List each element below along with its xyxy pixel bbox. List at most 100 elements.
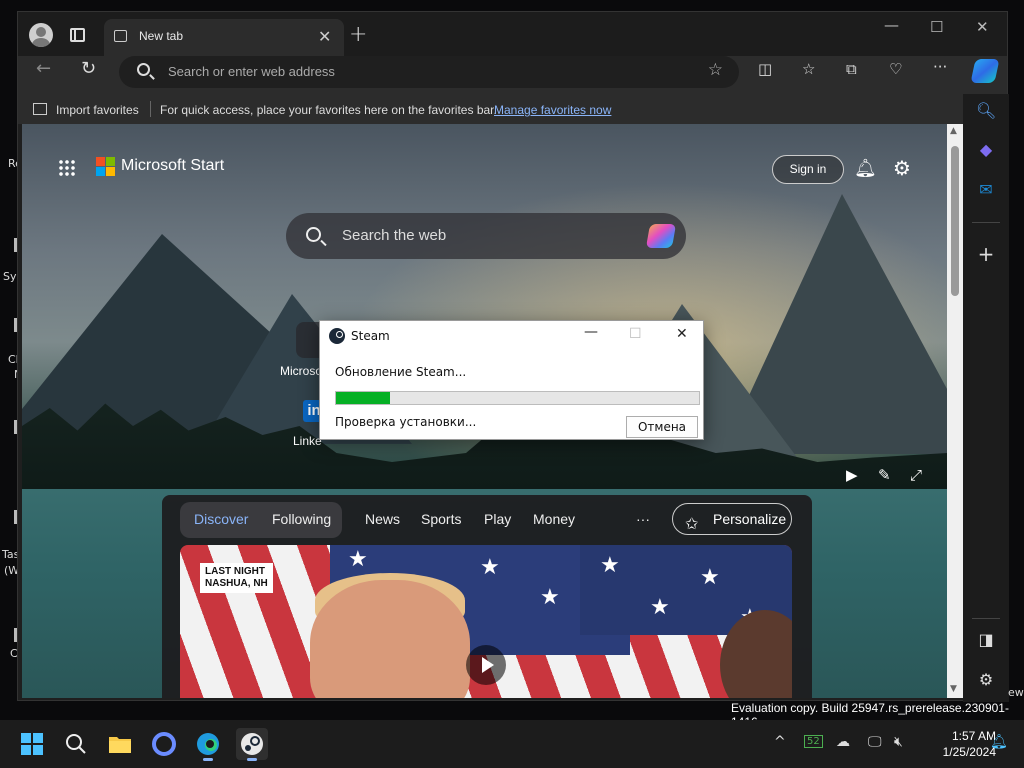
minimize-icon[interactable]: — bbox=[584, 324, 598, 340]
address-input[interactable]: Search or enter web address bbox=[168, 64, 335, 79]
new-tab-page-icon bbox=[114, 30, 127, 42]
display-icon[interactable]: 🖵︎ bbox=[868, 734, 882, 750]
web-search-box[interactable]: Search the web bbox=[286, 213, 686, 259]
taskbar-search-button[interactable] bbox=[60, 728, 92, 760]
manage-favorites-link[interactable]: Manage favorites now bbox=[494, 103, 611, 117]
show-hidden-icons-chevron-icon[interactable]: ^ bbox=[774, 734, 786, 750]
tab-money[interactable]: Money bbox=[533, 511, 575, 527]
notification-bell-icon[interactable]: 🔔︎ bbox=[990, 734, 1008, 750]
fullscreen-icon[interactable]: ⤢ bbox=[910, 466, 922, 484]
collections-icon[interactable]: ⧉ bbox=[846, 60, 857, 78]
search-icon[interactable]: 🔍︎ bbox=[976, 101, 996, 121]
new-tab-plus-icon[interactable]: + bbox=[349, 22, 367, 47]
update-progress-bar bbox=[335, 391, 700, 405]
taskbar-app-button[interactable] bbox=[148, 728, 180, 760]
personalize-button[interactable]: ✩ Personalize bbox=[672, 503, 792, 535]
play-background-icon[interactable]: ▶ bbox=[846, 466, 858, 484]
edge-sidebar: 🔍︎ ◆ ✉ + ◨ ⚙ bbox=[963, 94, 1009, 702]
minimize-icon[interactable]: — bbox=[884, 16, 899, 34]
play-video-icon[interactable] bbox=[466, 645, 506, 685]
notifications-bell-icon[interactable]: 🔔︎ bbox=[854, 158, 877, 179]
tab-sports[interactable]: Sports bbox=[421, 511, 461, 527]
scroll-down-icon[interactable]: ▼ bbox=[950, 684, 957, 694]
quick-link-label[interactable]: Linke bbox=[293, 434, 322, 448]
update-status-text: Обновление Steam... bbox=[335, 365, 467, 379]
sign-in-button[interactable]: Sign in bbox=[772, 155, 844, 184]
running-indicator bbox=[203, 758, 213, 761]
file-explorer-button[interactable] bbox=[104, 728, 136, 760]
more-tabs-icon[interactable]: ··· bbox=[636, 511, 650, 527]
dialog-title: Steam bbox=[351, 329, 390, 343]
web-search-input[interactable]: Search the web bbox=[342, 227, 446, 244]
star-graphic: ★ bbox=[600, 553, 620, 578]
maximize-icon: ☐ bbox=[629, 326, 642, 342]
favorites-icon[interactable]: ☆ bbox=[802, 60, 815, 78]
divider bbox=[150, 101, 151, 117]
refresh-icon[interactable]: ↻ bbox=[81, 58, 96, 79]
tab-following[interactable]: Following bbox=[272, 511, 331, 527]
split-screen-icon[interactable]: ◫ bbox=[758, 60, 772, 78]
address-bar[interactable]: Search or enter web address ☆ bbox=[119, 56, 739, 88]
scroll-up-icon[interactable]: ▲ bbox=[950, 126, 957, 136]
steam-taskbar-button[interactable] bbox=[236, 728, 268, 761]
tab-actions-icon[interactable] bbox=[70, 28, 85, 42]
cancel-button[interactable]: Отмена bbox=[626, 416, 698, 438]
tab-play[interactable]: Play bbox=[484, 511, 511, 527]
star-graphic: ★ bbox=[540, 585, 560, 610]
title-bar: New tab ✕ + — ☐ ✕ bbox=[18, 12, 1007, 56]
toolbar: ← ↻ Search or enter web address ☆ ◫ ☆ ⧉ … bbox=[18, 56, 1007, 94]
copilot-icon[interactable] bbox=[970, 59, 1000, 83]
maximize-icon[interactable]: ☐ bbox=[930, 18, 943, 36]
copilot-sidebar-icon[interactable]: ◆ bbox=[976, 140, 996, 160]
add-favorite-star-icon[interactable]: ☆ bbox=[708, 60, 723, 80]
steam-logo-icon bbox=[329, 328, 345, 344]
microsoft-start-title[interactable]: Microsoft Start bbox=[121, 157, 224, 175]
more-options-icon[interactable]: ··· bbox=[933, 58, 947, 76]
system-clock[interactable]: 1:57 AM 1/25/2024 bbox=[916, 728, 996, 760]
volume-muted-icon[interactable]: 🔇︎ bbox=[894, 734, 903, 750]
desktop-label-fragment[interactable]: ew bbox=[1008, 686, 1024, 699]
hero-video-card[interactable]: ★ ★ ★ ★ ★ ★ ★ ★ LAST NIGHT NASHUA, NH bbox=[180, 545, 792, 698]
edge-taskbar-button[interactable] bbox=[192, 728, 224, 761]
hide-sidebar-icon[interactable]: ◨ bbox=[976, 630, 996, 650]
star-graphic: ★ bbox=[480, 555, 500, 580]
tab-title: New tab bbox=[139, 29, 184, 43]
app-launcher-icon[interactable] bbox=[58, 159, 76, 177]
import-favorites-icon bbox=[33, 103, 47, 115]
search-icon bbox=[66, 734, 86, 754]
close-window-icon[interactable]: ✕ bbox=[976, 18, 989, 36]
tray-app-badge[interactable]: 52 bbox=[804, 735, 823, 748]
add-sidebar-app-icon[interactable]: + bbox=[976, 242, 996, 266]
tab-discover[interactable]: Discover bbox=[194, 511, 248, 527]
favorites-bar: Import favorites For quick access, place… bbox=[18, 94, 1007, 124]
settings-gear-icon[interactable]: ⚙ bbox=[893, 156, 911, 180]
steam-icon bbox=[241, 733, 263, 755]
taskbar: ^ 52 ☁ 🖵︎ 🔇︎ 1:57 AM 1/25/2024 🔔︎ bbox=[0, 720, 1024, 768]
outlook-icon[interactable]: ✉ bbox=[976, 180, 996, 200]
person-image bbox=[310, 580, 470, 698]
start-button[interactable] bbox=[16, 728, 48, 760]
close-icon[interactable]: ✕ bbox=[676, 326, 688, 342]
tab-new-tab[interactable]: New tab ✕ bbox=[104, 19, 344, 56]
dialog-title-bar[interactable]: Steam — ☐ ✕ bbox=[320, 321, 703, 351]
search-icon bbox=[306, 227, 321, 242]
import-favorites-button[interactable]: Import favorites bbox=[56, 103, 139, 117]
microsoft-logo-icon bbox=[96, 157, 116, 177]
badge-line: NASHUA, NH bbox=[205, 578, 268, 589]
tab-news[interactable]: News bbox=[365, 511, 400, 527]
back-arrow-icon[interactable]: ← bbox=[36, 58, 51, 79]
page-scrollbar[interactable]: ▲ ▼ bbox=[947, 124, 963, 698]
steam-update-dialog: Steam — ☐ ✕ Обновление Steam... Проверка… bbox=[319, 320, 704, 440]
network-icon[interactable]: ☁ bbox=[836, 734, 850, 750]
badge-line: LAST NIGHT bbox=[205, 566, 265, 577]
profile-avatar-icon[interactable] bbox=[29, 23, 53, 47]
browser-essentials-icon[interactable]: ♡ bbox=[889, 60, 902, 78]
quick-link-label[interactable]: Microso bbox=[280, 364, 322, 378]
scroll-thumb[interactable] bbox=[951, 146, 959, 296]
location-badge: LAST NIGHT NASHUA, NH bbox=[200, 563, 273, 593]
sidebar-settings-icon[interactable]: ⚙ bbox=[976, 670, 996, 690]
close-tab-icon[interactable]: ✕ bbox=[318, 27, 331, 46]
personalize-label: Personalize bbox=[713, 511, 787, 527]
copilot-icon[interactable] bbox=[645, 224, 677, 248]
edit-background-icon[interactable]: ✎ bbox=[878, 466, 891, 484]
